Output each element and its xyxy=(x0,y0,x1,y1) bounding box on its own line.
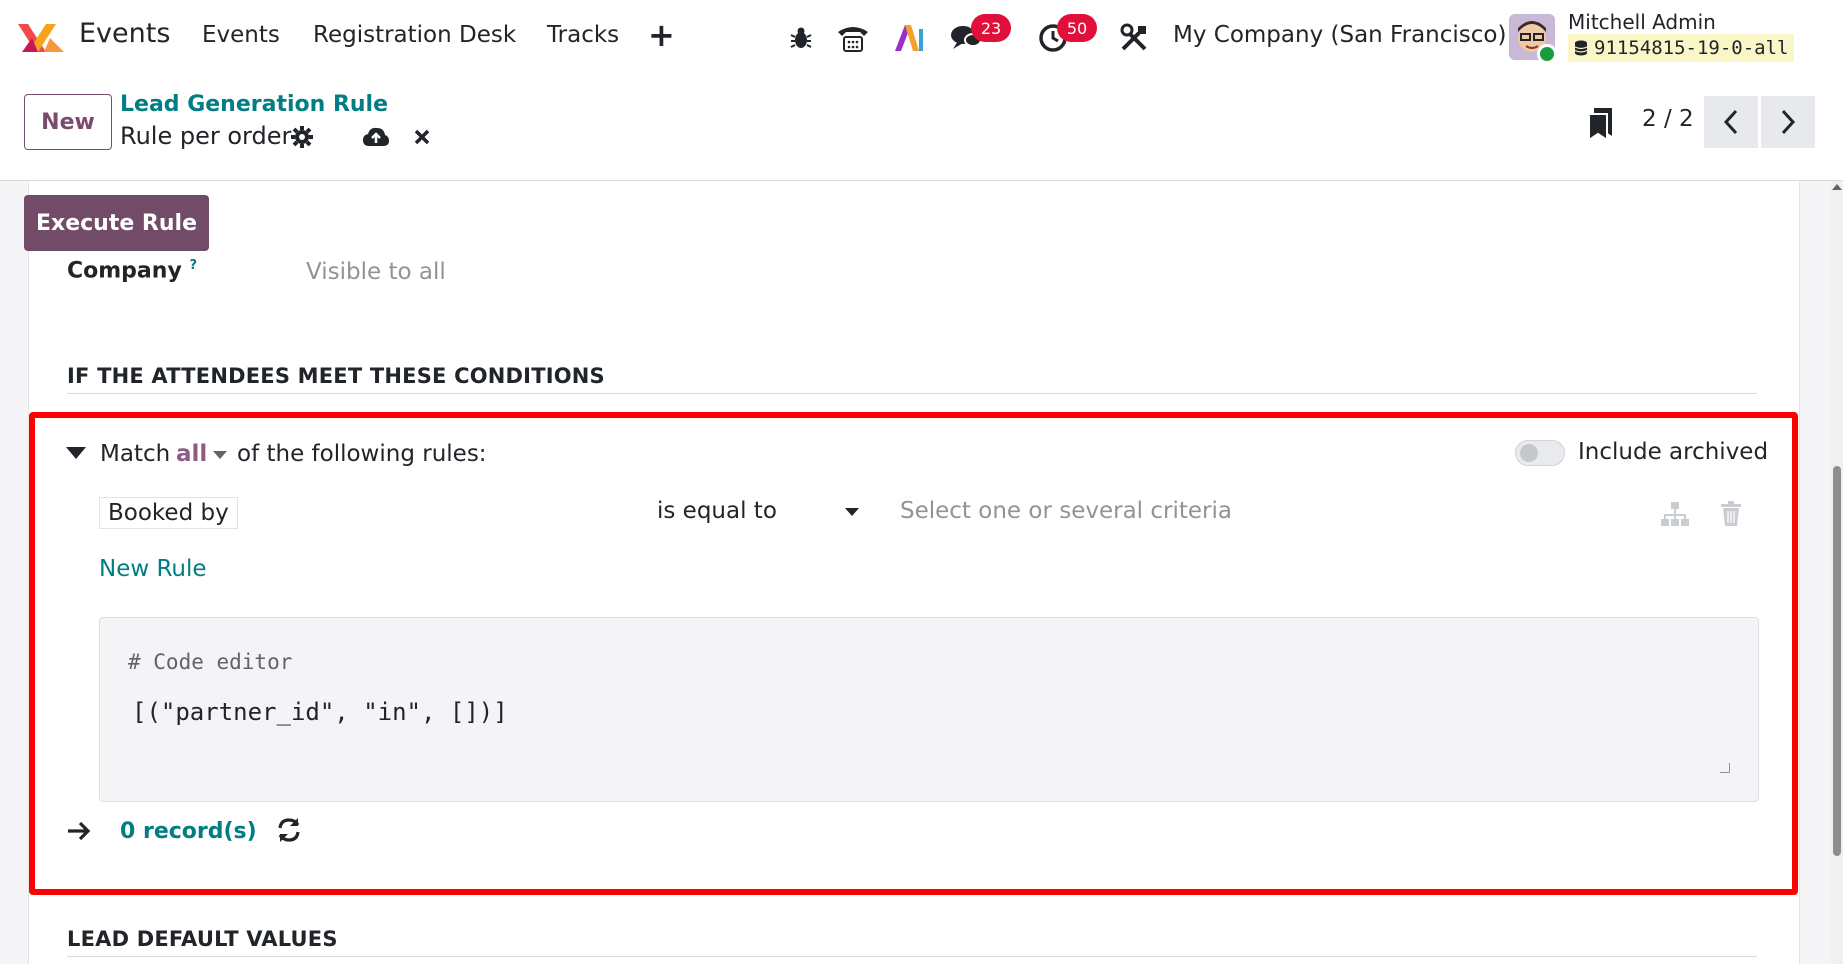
resize-grip-icon[interactable] xyxy=(1720,763,1730,773)
menu-registration-desk[interactable]: Registration Desk xyxy=(313,22,516,48)
pager-next-button[interactable] xyxy=(1761,96,1815,148)
close-icon[interactable] xyxy=(407,122,437,152)
match-suffix: of the following rules: xyxy=(237,441,487,467)
company-label: Company ? xyxy=(67,258,197,283)
bug-icon[interactable] xyxy=(781,18,821,58)
menu-tracks[interactable]: Tracks xyxy=(547,22,619,48)
toggle-knob xyxy=(1520,444,1538,462)
user-name[interactable]: Mitchell Admin xyxy=(1568,10,1716,34)
messages-count-badge: 23 xyxy=(971,14,1011,42)
scrollbar-thumb[interactable] xyxy=(1833,466,1841,856)
company-help-icon[interactable]: ? xyxy=(189,258,197,273)
cloud-upload-icon[interactable] xyxy=(361,122,391,152)
bookmark-icon[interactable] xyxy=(1586,106,1616,142)
execute-rule-button[interactable]: Execute Rule xyxy=(24,195,209,251)
pager-previous-button[interactable] xyxy=(1704,96,1758,148)
arrow-right-icon xyxy=(68,821,91,841)
tools-icon[interactable] xyxy=(1114,18,1154,58)
rule-field-selector[interactable]: Booked by xyxy=(99,497,238,529)
company-switcher[interactable]: My Company (San Francisco) xyxy=(1173,22,1506,48)
new-button[interactable]: New xyxy=(24,94,112,150)
conditions-separator xyxy=(67,393,1757,394)
new-rule-link[interactable]: New Rule xyxy=(99,556,207,582)
conditions-section-title: IF THE ATTENDEES MEET THESE CONDITIONS xyxy=(67,364,605,388)
menu-events[interactable]: Events xyxy=(202,22,280,48)
breadcrumb-current: Rule per order xyxy=(120,122,292,150)
records-count-link[interactable]: 0 record(s) xyxy=(120,819,257,844)
match-mode-caret-icon[interactable] xyxy=(213,451,227,459)
rule-value-input[interactable]: Select one or several criteria xyxy=(900,498,1232,524)
code-editor-comment: # Code editor xyxy=(128,650,293,674)
code-editor-domain[interactable]: [("partner_id", "in", [])] xyxy=(132,698,508,726)
ai-icon[interactable] xyxy=(889,18,929,58)
company-label-text: Company xyxy=(67,258,182,284)
control-panel: New Lead Generation Rule Rule per order … xyxy=(0,76,1843,181)
database-badge: 91154815-19-0-all xyxy=(1568,34,1795,62)
lead-defaults-separator xyxy=(67,956,1757,957)
breadcrumb-parent[interactable]: Lead Generation Rule xyxy=(120,92,388,117)
gear-icon[interactable] xyxy=(287,122,317,152)
hierarchy-icon[interactable] xyxy=(1658,497,1692,531)
chevron-right-icon xyxy=(1781,109,1796,135)
database-name: 91154815-19-0-all xyxy=(1594,37,1789,59)
chevron-left-icon xyxy=(1723,109,1738,135)
add-menu-icon[interactable]: + xyxy=(648,16,675,54)
code-editor[interactable]: # Code editor [("partner_id", "in", [])] xyxy=(99,617,1759,802)
scroll-up-icon[interactable] xyxy=(1832,184,1842,190)
refresh-icon[interactable] xyxy=(275,816,303,844)
top-navbar: Events Events Registration Desk Tracks +… xyxy=(0,0,1843,76)
operator-caret-icon[interactable] xyxy=(845,508,859,516)
include-archived-label[interactable]: Include archived xyxy=(1578,439,1768,465)
include-archived-toggle[interactable] xyxy=(1515,440,1565,466)
lead-defaults-section-title: LEAD DEFAULT VALUES xyxy=(67,927,338,951)
events-logo-icon[interactable] xyxy=(16,20,66,56)
database-icon xyxy=(1574,40,1588,56)
match-prefix: Match xyxy=(100,441,171,467)
activities-count-badge: 50 xyxy=(1057,14,1097,42)
company-field[interactable]: Visible to all xyxy=(306,259,446,285)
pager-value[interactable]: 2 / 2 xyxy=(1642,106,1694,132)
trash-icon[interactable] xyxy=(1714,497,1748,531)
match-mode-select[interactable]: all xyxy=(176,441,207,467)
collapse-caret-icon[interactable] xyxy=(66,447,86,459)
app-name[interactable]: Events xyxy=(79,18,170,49)
phone-icon[interactable] xyxy=(833,18,873,58)
rule-operator-select[interactable]: is equal to xyxy=(657,498,777,524)
online-status-indicator xyxy=(1537,44,1557,64)
